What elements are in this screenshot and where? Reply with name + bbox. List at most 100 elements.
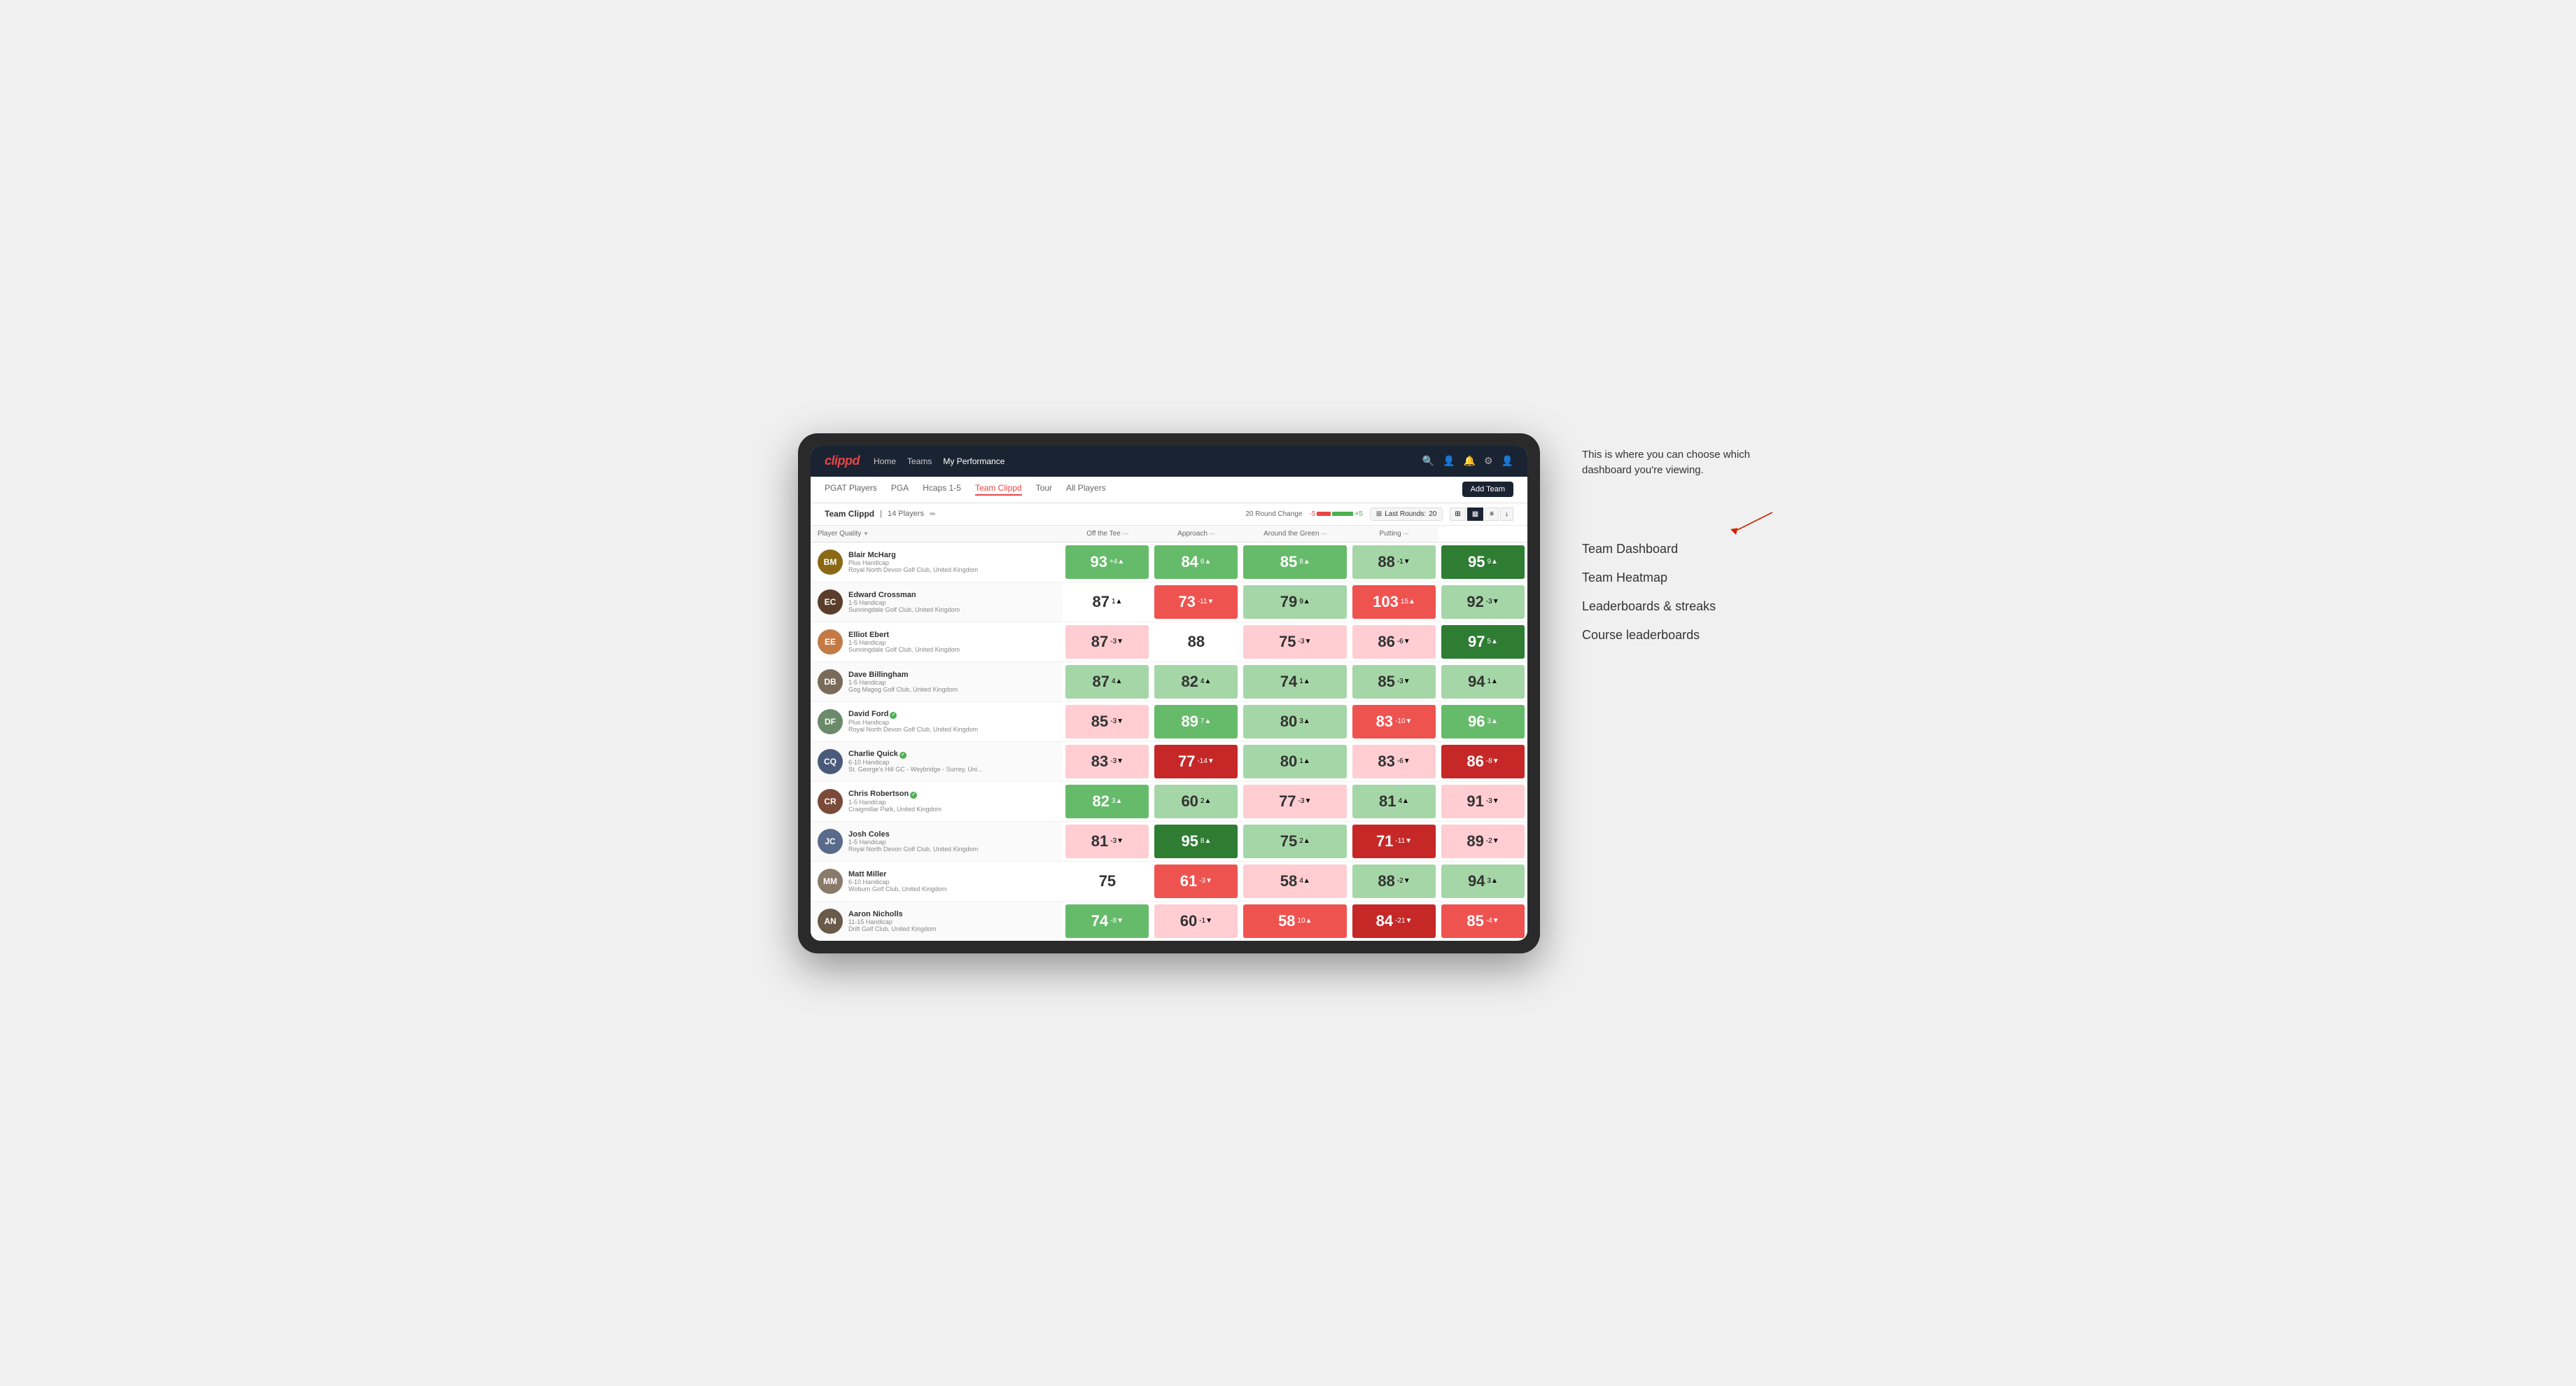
player-cell[interactable]: EC Edward Crossman 1-5 Handicap Sunningd… xyxy=(811,582,1063,622)
metric-score: 83 xyxy=(1376,713,1393,731)
player-club: Woburn Golf Club, United Kingdom xyxy=(848,886,946,892)
metric-box: 77 -14▼ xyxy=(1154,745,1238,778)
approach-cell: 58 10▲ xyxy=(1240,901,1350,941)
nav-home[interactable]: Home xyxy=(874,456,896,466)
player-name: Edward Crossman xyxy=(848,591,960,599)
metric-score: 60 xyxy=(1180,912,1197,930)
player-cell[interactable]: DB Dave Billingham 1-5 Handicap Gog Mago… xyxy=(811,662,1063,701)
annotation-arrow xyxy=(1582,507,1778,535)
metric-score: 84 xyxy=(1181,553,1198,571)
grid-view-button[interactable]: ⊞ xyxy=(1450,507,1465,521)
metric-score: 96 xyxy=(1468,713,1485,731)
metric-box: 87 4▲ xyxy=(1065,665,1149,699)
tab-pga[interactable]: PGA xyxy=(891,483,909,496)
tab-hcaps[interactable]: Hcaps 1-5 xyxy=(923,483,961,496)
off_tee-cell: 89 7▲ xyxy=(1152,701,1240,741)
metric-change: 2▲ xyxy=(1200,797,1211,805)
tab-team-clippd[interactable]: Team Clippd xyxy=(975,483,1022,496)
col-off-tee[interactable]: Off the Tee — xyxy=(1063,526,1152,542)
menu-item-1[interactable]: Team Heatmap xyxy=(1582,570,1778,585)
nav-my-performance[interactable]: My Performance xyxy=(943,456,1004,466)
metric-box: 58 4▲ xyxy=(1243,864,1347,898)
table-row: AN Aaron Nicholls 11-15 Handicap Drift G… xyxy=(811,901,1527,941)
sub-nav-right: Add Team xyxy=(1462,482,1513,497)
menu-item-0[interactable]: Team Dashboard xyxy=(1582,542,1778,556)
menu-item-2[interactable]: Leaderboards & streaks xyxy=(1582,599,1778,614)
metric-score: 87 xyxy=(1092,673,1109,691)
player-cell[interactable]: MM Matt Miller 6-10 Handicap Woburn Golf… xyxy=(811,861,1063,901)
player-cell[interactable]: AN Aaron Nicholls 11-15 Handicap Drift G… xyxy=(811,901,1063,941)
player-info: BM Blair McHarg Plus Handicap Royal Nort… xyxy=(818,550,1056,575)
metric-box: 85 -3▼ xyxy=(1065,705,1149,738)
approach-cell: 77 -3▼ xyxy=(1240,781,1350,821)
metric-box: 96 3▲ xyxy=(1441,705,1525,738)
metric-box: 60 -1▼ xyxy=(1154,904,1238,938)
col-player[interactable]: Player Quality ▼ xyxy=(811,526,1063,542)
metric-change: 1▲ xyxy=(1112,598,1122,606)
metric-change: -3▼ xyxy=(1110,718,1124,725)
col-around-green[interactable]: Around the Green — xyxy=(1240,526,1350,542)
bell-icon[interactable]: 🔔 xyxy=(1464,455,1476,467)
tab-all-players[interactable]: All Players xyxy=(1066,483,1106,496)
tab-pgat-players[interactable]: PGAT Players xyxy=(825,483,877,496)
edit-icon[interactable]: ✏ xyxy=(930,510,936,519)
table-row: BM Blair McHarg Plus Handicap Royal Nort… xyxy=(811,542,1527,582)
metric-change: -3▼ xyxy=(1199,877,1212,885)
avatar-icon[interactable]: 👤 xyxy=(1502,455,1513,467)
metric-score: 82 xyxy=(1181,673,1198,691)
nav-teams[interactable]: Teams xyxy=(907,456,932,466)
download-button[interactable]: ↓ xyxy=(1500,507,1513,521)
player-handicap: 1-5 Handicap xyxy=(848,679,958,686)
player-cell[interactable]: JC Josh Coles 1-5 Handicap Royal North D… xyxy=(811,821,1063,861)
metric-change: -3▼ xyxy=(1110,757,1124,765)
metric-score: 91 xyxy=(1466,792,1483,811)
metric-change: -14▼ xyxy=(1197,757,1214,765)
player-info: CQ Charlie Quick✓ 6-10 Handicap St. Geor… xyxy=(818,749,1056,774)
list-view-button[interactable]: ≡ xyxy=(1485,507,1499,521)
table-row: EC Edward Crossman 1-5 Handicap Sunningd… xyxy=(811,582,1527,622)
add-team-button[interactable]: Add Team xyxy=(1462,482,1513,497)
tab-tour[interactable]: Tour xyxy=(1036,483,1052,496)
metric-box: 94 1▲ xyxy=(1441,665,1525,699)
heat-view-button[interactable]: ▦ xyxy=(1467,507,1483,521)
metric-box: 80 3▲ xyxy=(1243,705,1347,738)
table-scroll: Player Quality ▼ Off the Tee — Approach … xyxy=(811,526,1527,941)
settings-icon[interactable]: ⚙ xyxy=(1484,455,1493,467)
metric-score: 75 xyxy=(1280,832,1297,850)
last-rounds-label: Last Rounds: xyxy=(1385,510,1426,518)
last-rounds-button[interactable]: ⊞ Last Rounds: 20 xyxy=(1370,507,1443,521)
team-player-count: 14 Players xyxy=(888,510,924,518)
menu-item-3[interactable]: Course leaderboards xyxy=(1582,628,1778,643)
player-cell[interactable]: CR Chris Robertson✓ 1-5 Handicap Craigmi… xyxy=(811,781,1063,821)
metric-box: 71 -11▼ xyxy=(1352,825,1436,858)
search-icon[interactable]: 🔍 xyxy=(1422,455,1434,467)
metric-change: -10▼ xyxy=(1395,718,1412,725)
last-rounds-value: 20 xyxy=(1429,510,1436,518)
player-cell[interactable]: CQ Charlie Quick✓ 6-10 Handicap St. Geor… xyxy=(811,741,1063,781)
col-approach[interactable]: Approach — xyxy=(1152,526,1240,542)
metric-change: -11▼ xyxy=(1395,837,1412,845)
round-change-label: 20 Round Change xyxy=(1245,510,1302,518)
player-details: Matt Miller 6-10 Handicap Woburn Golf Cl… xyxy=(848,870,946,892)
player-cell[interactable]: BM Blair McHarg Plus Handicap Royal Nort… xyxy=(811,542,1063,582)
change-bar-red-visual xyxy=(1317,512,1331,516)
player-sort-icon: ▼ xyxy=(863,531,869,537)
player-cell[interactable]: EE Elliot Ebert 1-5 Handicap Sunningdale… xyxy=(811,622,1063,662)
metric-change: 3▲ xyxy=(1488,877,1498,885)
menu-items-list: Team Dashboard Team Heatmap Leaderboards… xyxy=(1582,542,1778,643)
metric-box: 84 -21▼ xyxy=(1352,904,1436,938)
player-cell[interactable]: DF David Ford✓ Plus Handicap Royal North… xyxy=(811,701,1063,741)
metric-score: 61 xyxy=(1180,872,1197,890)
col-putting[interactable]: Putting — xyxy=(1350,526,1438,542)
player-handicap: 11-15 Handicap xyxy=(848,918,937,925)
metric-change: 3▲ xyxy=(1299,718,1310,725)
approach-cell: 58 4▲ xyxy=(1240,861,1350,901)
avatar: CR xyxy=(818,789,843,814)
player-name: Aaron Nicholls xyxy=(848,910,937,918)
change-neg: -5 xyxy=(1310,510,1316,518)
user-icon[interactable]: 👤 xyxy=(1443,455,1455,467)
putting-cell: 92 -3▼ xyxy=(1438,582,1527,622)
player-name: Dave Billingham xyxy=(848,671,958,679)
around_green-cell: 86 -6▼ xyxy=(1350,622,1438,662)
player-handicap: Plus Handicap xyxy=(848,719,978,726)
